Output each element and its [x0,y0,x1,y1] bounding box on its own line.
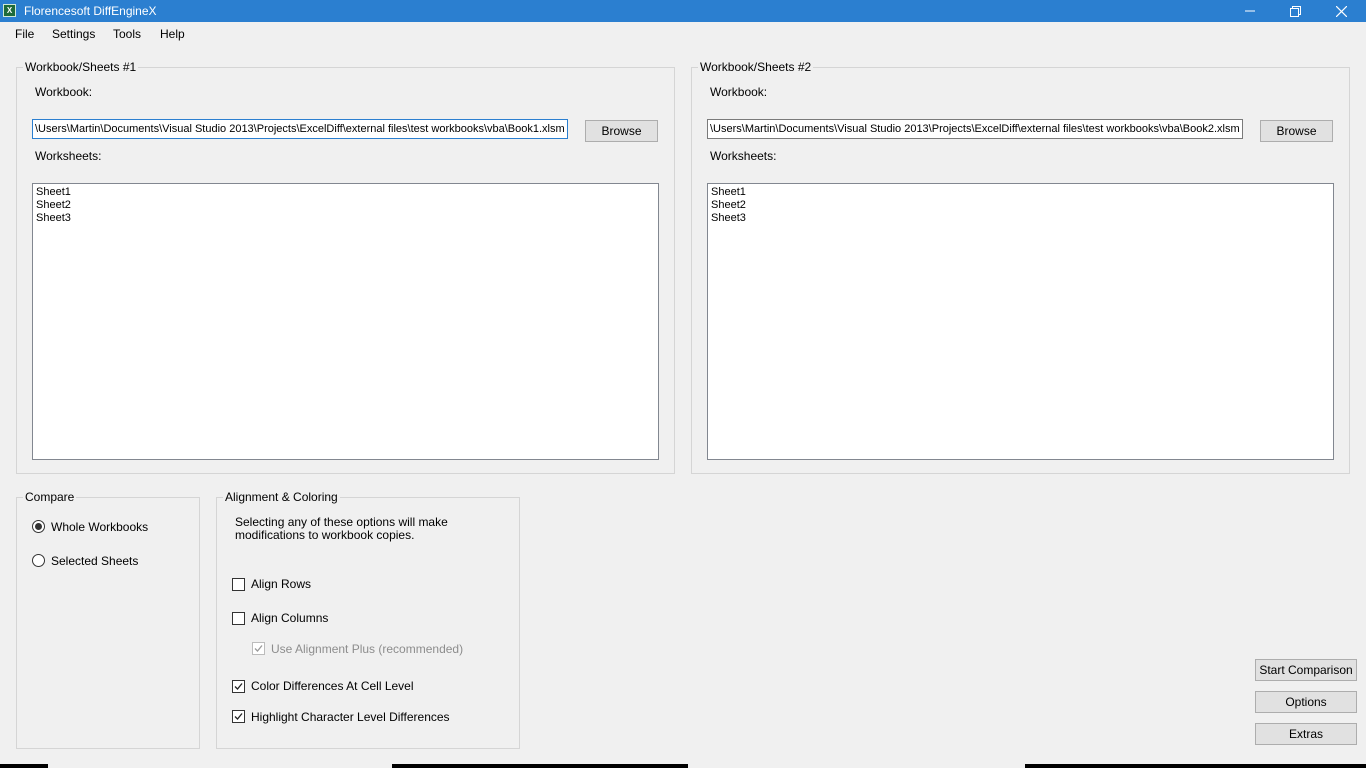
list-item[interactable]: Sheet3 [711,212,1330,225]
compare-group-title: Compare [23,490,77,504]
checkmark-icon [234,683,243,690]
list-item[interactable]: Sheet2 [711,199,1330,212]
whole-workbooks-radio[interactable] [32,520,45,533]
list-item[interactable]: Sheet1 [36,186,655,199]
close-icon [1335,5,1347,17]
selected-sheets-radio[interactable] [32,554,45,567]
compare-group: Compare [16,490,200,749]
checkmark-icon [254,645,263,652]
workbook1-path-input[interactable]: \Users\Martin\Documents\Visual Studio 20… [32,119,568,139]
align-columns-label[interactable]: Align Columns [251,611,328,625]
align-rows-label[interactable]: Align Rows [251,577,311,591]
align-columns-checkbox[interactable] [232,612,245,625]
alignment-group-title: Alignment & Coloring [223,490,340,504]
workbook1-group-title: Workbook/Sheets #1 [23,60,139,74]
window-title: Florencesoft DiffEngineX [24,4,157,18]
start-comparison-button[interactable]: Start Comparison [1255,659,1357,681]
highlight-character-label[interactable]: Highlight Character Level Differences [251,710,450,724]
workbook2-path-input[interactable]: \Users\Martin\Documents\Visual Studio 20… [707,119,1243,139]
workbook1-browse-button[interactable]: Browse [585,120,658,142]
menu-tools[interactable]: Tools [113,27,141,41]
alignment-description-line2: modifications to workbook copies. [235,528,415,542]
list-item[interactable]: Sheet1 [711,186,1330,199]
menu-bar: File Settings Tools Help [0,22,1366,46]
whole-workbooks-label[interactable]: Whole Workbooks [51,520,148,534]
selected-sheets-label[interactable]: Selected Sheets [51,554,138,568]
align-rows-checkbox[interactable] [232,578,245,591]
workbook2-label: Workbook: [710,85,768,99]
extras-button[interactable]: Extras [1255,723,1357,745]
menu-file[interactable]: File [15,27,34,41]
title-bar[interactable]: X Florencesoft DiffEngineX [0,0,1366,22]
menu-help[interactable]: Help [160,27,185,41]
workbook1-worksheets-label: Worksheets: [35,149,102,163]
workbook2-worksheets-label: Worksheets: [710,149,777,163]
excel-app-icon: X [3,4,16,17]
restore-icon [1289,5,1301,17]
color-differences-label[interactable]: Color Differences At Cell Level [251,679,414,693]
workbook2-group-title: Workbook/Sheets #2 [698,60,814,74]
color-differences-checkbox[interactable] [232,680,245,693]
checkmark-icon [234,713,243,720]
menu-settings[interactable]: Settings [52,27,95,41]
alignment-plus-label: Use Alignment Plus (recommended) [271,642,464,656]
workbook2-worksheets-list[interactable]: Sheet1 Sheet2 Sheet3 [707,183,1334,460]
alignment-plus-checkbox [252,642,265,655]
restore-button[interactable] [1272,0,1318,22]
workbook1-label: Workbook: [35,85,93,99]
alignment-description-line1: Selecting any of these options will make [235,515,448,529]
workbook1-worksheets-list[interactable]: Sheet1 Sheet2 Sheet3 [32,183,659,460]
taskbar-edge [0,764,1366,768]
workbook2-browse-button[interactable]: Browse [1260,120,1333,142]
minimize-icon [1245,10,1255,12]
list-item[interactable]: Sheet3 [36,212,655,225]
minimize-button[interactable] [1227,0,1273,22]
list-item[interactable]: Sheet2 [36,199,655,212]
close-button[interactable] [1318,0,1364,22]
highlight-character-checkbox[interactable] [232,710,245,723]
options-button[interactable]: Options [1255,691,1357,713]
